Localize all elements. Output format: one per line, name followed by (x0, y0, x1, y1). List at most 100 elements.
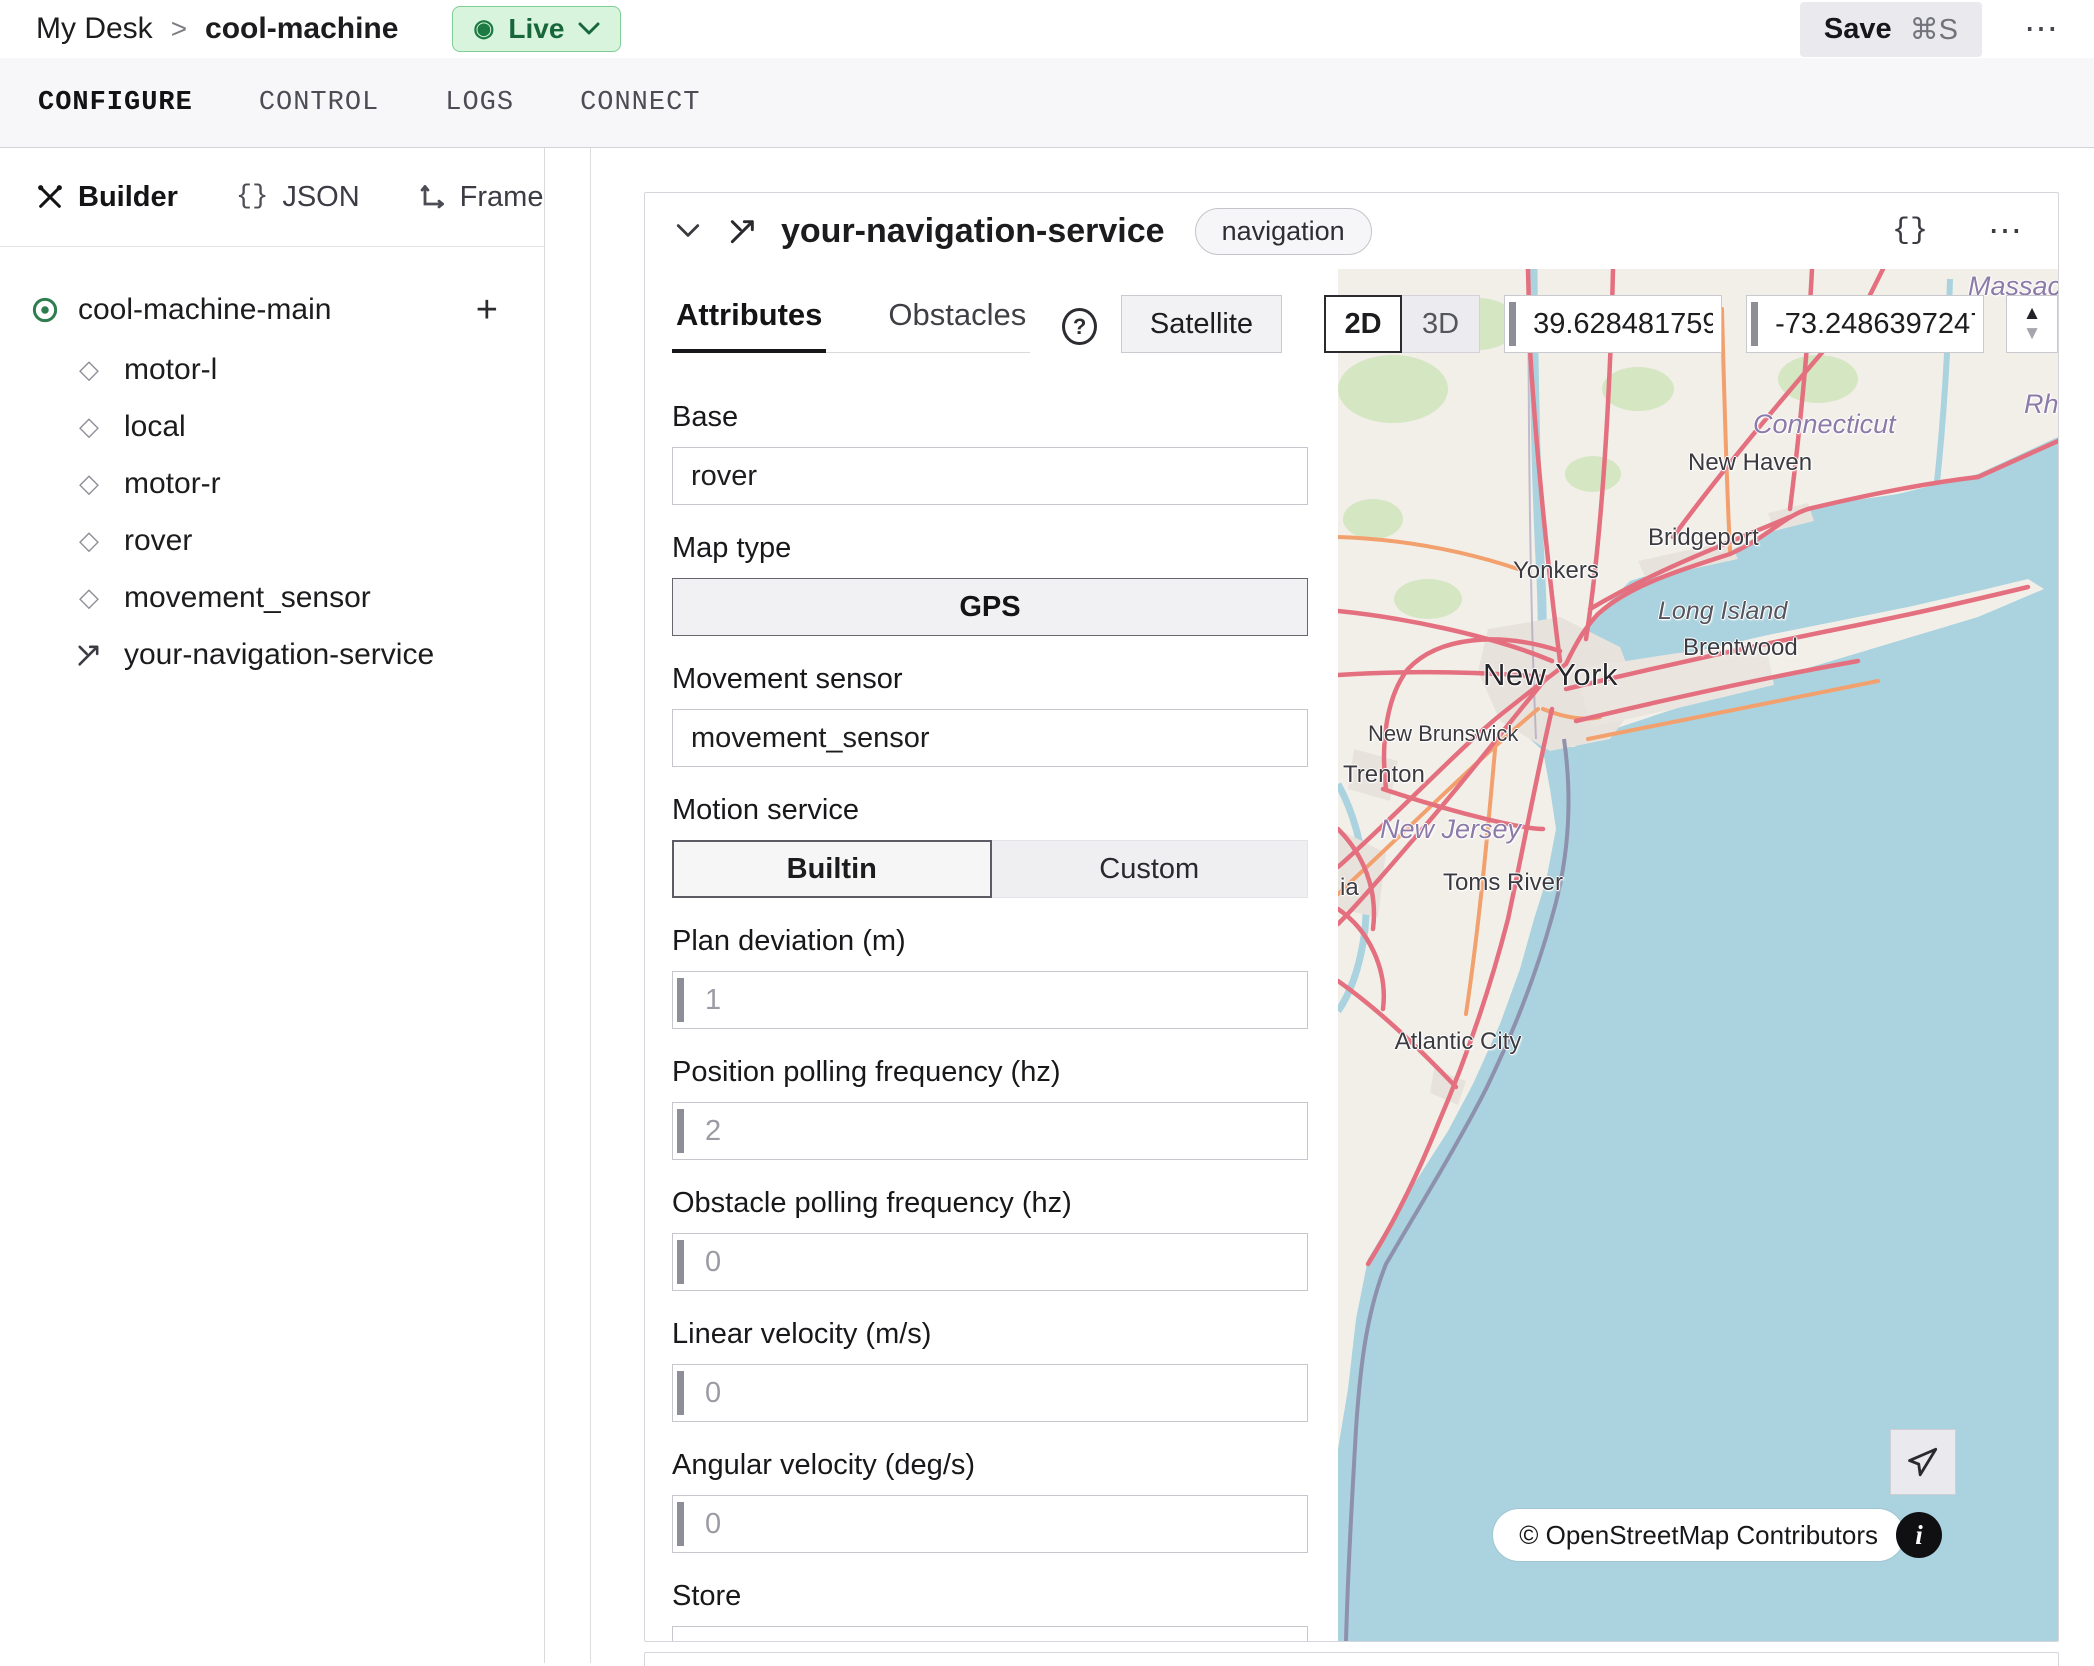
tree-root-row[interactable]: cool-machine-main + (30, 279, 504, 341)
map-label-connecticut: Connecticut (1753, 409, 1896, 440)
input-accent-bar (677, 978, 684, 1022)
save-label: Save (1824, 13, 1892, 46)
field-label: Linear velocity (m/s) (672, 1318, 1308, 1351)
view-mode-switch: Builder {} JSON Frame (0, 148, 544, 247)
tree-item-label: local (124, 410, 186, 444)
field-map-type: Map type GPS (672, 532, 1308, 636)
tab-attributes[interactable]: Attributes (672, 285, 826, 353)
navigation-arrow-icon (1906, 1445, 1940, 1479)
field-obstacle-polling: Obstacle polling frequency (hz) (672, 1187, 1308, 1291)
tree-item-motor-r[interactable]: ◇ motor-r (30, 455, 504, 512)
store-input[interactable] (672, 1626, 1308, 1642)
motion-custom-button[interactable]: Custom (992, 840, 1309, 898)
field-angular-velocity: Angular velocity (deg/s) (672, 1449, 1308, 1553)
map-type-gps-button[interactable]: GPS (672, 578, 1308, 636)
tab-configure[interactable]: CONFIGURE (38, 88, 193, 118)
linear-velocity-input[interactable] (672, 1364, 1308, 1422)
tree-item-label: rover (124, 524, 192, 558)
map-label-new-york: New York (1483, 657, 1618, 693)
more-menu-button[interactable]: ⋯ (2018, 9, 2064, 49)
tab-logs[interactable]: LOGS (445, 88, 514, 118)
navigation-service-card: your-navigation-service navigation {} ⋯ … (644, 192, 2059, 1642)
view-dimension-switch: 2D 3D (1324, 295, 1480, 353)
tab-control[interactable]: CONTROL (259, 88, 379, 118)
map-label-trenton: Trenton (1343, 761, 1425, 789)
zoom-stepper: ▲ ▼ (2006, 295, 2058, 353)
field-motion-service: Motion service Builtin Custom (672, 794, 1308, 898)
field-label: Angular velocity (deg/s) (672, 1449, 1308, 1482)
mode-builder[interactable]: Builder (36, 181, 178, 214)
chevron-down-icon (578, 22, 600, 36)
component-diamond-icon: ◇ (74, 582, 104, 613)
save-button[interactable]: Save ⌘S (1800, 2, 1982, 57)
latitude-input[interactable] (1504, 295, 1722, 353)
movement-sensor-input[interactable] (672, 709, 1308, 767)
json-view-button[interactable]: {} (1886, 213, 1934, 249)
card-header: your-navigation-service navigation {} ⋯ (645, 193, 2058, 269)
motion-builtin-button[interactable]: Builtin (672, 840, 992, 898)
locate-button[interactable] (1890, 1429, 1956, 1495)
json-braces-icon: {} (236, 182, 268, 212)
longitude-input[interactable] (1746, 295, 1984, 353)
component-diamond-icon: ◇ (74, 411, 104, 442)
attribution-text[interactable]: © OpenStreetMap Contributors (1493, 1509, 1904, 1561)
obstacle-polling-input[interactable] (672, 1233, 1308, 1291)
field-label: Obstacle polling frequency (hz) (672, 1187, 1308, 1220)
add-component-button[interactable]: + (470, 290, 504, 330)
attributes-form: Base Map type GPS Movement sensor Motion… (645, 269, 1308, 1642)
live-status-badge[interactable]: ◉ Live (452, 6, 621, 52)
primary-nav: CONFIGURE CONTROL LOGS CONNECT (0, 58, 2094, 148)
longitude-field (1746, 295, 1984, 353)
tab-obstacles[interactable]: Obstacles (884, 285, 1030, 353)
component-diamond-icon: ◇ (74, 525, 104, 556)
mode-json[interactable]: {} JSON (236, 181, 360, 214)
angular-velocity-input[interactable] (672, 1495, 1308, 1553)
map-label-new-jersey: New Jersey (1380, 814, 1521, 845)
tree-item-rover[interactable]: ◇ rover (30, 512, 504, 569)
position-polling-input[interactable] (672, 1102, 1308, 1160)
tree-item-navigation-service[interactable]: your-navigation-service (30, 626, 504, 683)
motion-service-switch: Builtin Custom (672, 840, 1308, 898)
field-linear-velocity: Linear velocity (m/s) (672, 1318, 1308, 1422)
card-title: your-navigation-service (781, 212, 1165, 251)
base-input[interactable] (672, 447, 1308, 505)
field-movement-sensor: Movement sensor (672, 663, 1308, 767)
input-accent-bar (677, 1371, 684, 1415)
config-main: your-navigation-service navigation {} ⋯ … (591, 148, 2094, 1663)
broadcast-icon: ◉ (473, 17, 494, 41)
satellite-toggle-button[interactable]: Satellite (1121, 295, 1282, 353)
input-accent-bar (1751, 302, 1758, 346)
card-toolbar: Attributes Obstacles ? Satellite 2D 3D (645, 285, 2058, 353)
collapse-chevron-icon[interactable] (675, 222, 701, 240)
info-icon[interactable]: i (1896, 1512, 1942, 1558)
card-body: Attributes Obstacles ? Satellite 2D 3D (645, 269, 2058, 1641)
map-label-philadelphia-fragment: ia (1340, 874, 1359, 902)
map-canvas[interactable]: Massach Rhod Connecticut New Haven Bridg… (1338, 269, 2058, 1641)
mode-frame[interactable]: Frame (418, 181, 544, 214)
breadcrumb-separator-icon: > (171, 13, 187, 45)
step-up-icon[interactable]: ▲ (2023, 304, 2042, 324)
field-label: Position polling frequency (hz) (672, 1056, 1308, 1089)
panel-divider (545, 148, 591, 1663)
tree-item-motor-l[interactable]: ◇ motor-l (30, 341, 504, 398)
tree-item-movement-sensor[interactable]: ◇ movement_sensor (30, 569, 504, 626)
tree-item-local[interactable]: ◇ local (30, 398, 504, 455)
input-accent-bar (1509, 302, 1516, 346)
plan-deviation-input[interactable] (672, 971, 1308, 1029)
mode-frame-label: Frame (460, 181, 544, 214)
view-2d-button[interactable]: 2D (1324, 295, 1402, 353)
service-type-badge: navigation (1195, 208, 1372, 255)
map-label-toms-river: Toms River (1443, 869, 1563, 897)
breadcrumb-root[interactable]: My Desk (36, 12, 153, 46)
live-label: Live (508, 13, 564, 45)
field-position-polling: Position polling frequency (hz) (672, 1056, 1308, 1160)
tab-connect[interactable]: CONNECT (580, 88, 700, 118)
view-3d-button[interactable]: 3D (1402, 295, 1480, 353)
card-menu-button[interactable]: ⋯ (1982, 210, 2028, 252)
help-icon[interactable]: ? (1062, 308, 1097, 345)
map-label-new-haven: New Haven (1688, 449, 1812, 477)
step-down-icon[interactable]: ▼ (2023, 324, 2042, 344)
frame-axes-icon (418, 183, 446, 211)
mode-json-label: JSON (282, 181, 359, 214)
tree-item-label: motor-l (124, 353, 217, 387)
